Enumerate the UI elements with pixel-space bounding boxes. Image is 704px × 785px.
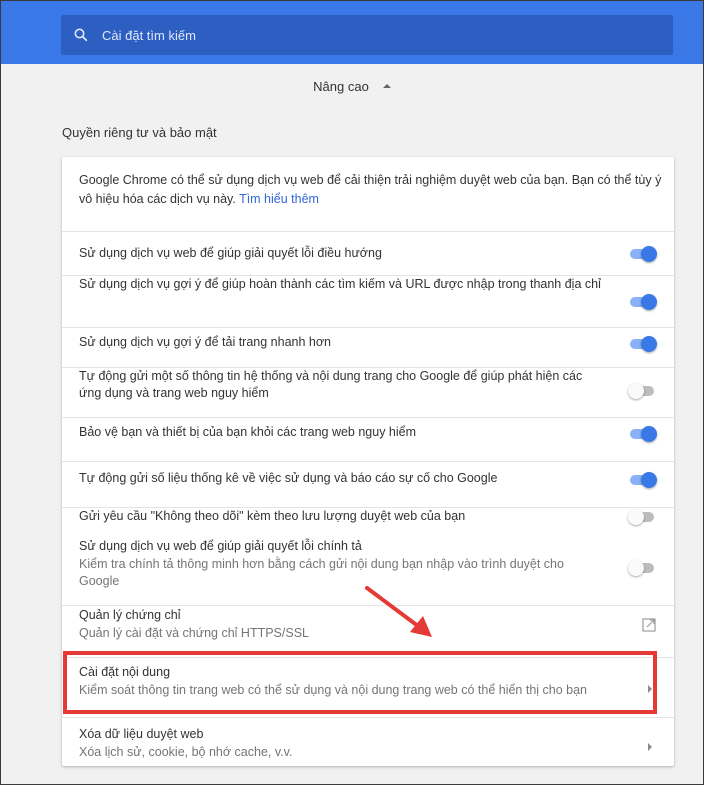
setting-row-usage-stats[interactable]: Tự động gửi số liệu thống kê về việc sử …: [62, 461, 674, 508]
setting-row-page-prefetch[interactable]: Sử dụng dịch vụ gợi ý để tải trang nhanh…: [62, 327, 674, 368]
section-title: Quyền riêng tư và bảo mật: [62, 125, 217, 140]
row-title: Xóa dữ liệu duyệt web: [79, 727, 204, 741]
content-settings-row[interactable]: Cài đặt nội dung Kiểm soát thông tin tra…: [62, 657, 674, 708]
advanced-toggle[interactable]: Nâng cao: [1, 79, 703, 94]
toggle-switch[interactable]: [628, 336, 657, 352]
setting-label: Sử dụng dịch vụ gợi ý để tải trang nhanh…: [79, 335, 332, 349]
toggle-switch[interactable]: [628, 560, 656, 576]
setting-label: Sử dụng dịch vụ web để giúp giải quyết l…: [79, 246, 382, 260]
chevron-right-icon: [648, 743, 652, 751]
setting-label: Bảo vệ bạn và thiết bị của bạn khỏi các …: [79, 425, 417, 439]
setting-row-navigation-errors[interactable]: Sử dụng dịch vụ web để giúp giải quyết l…: [62, 231, 674, 276]
setting-label: Sử dụng dịch vụ web để giúp giải quyết l…: [79, 539, 362, 553]
setting-row-search-suggestions[interactable]: Sử dụng dịch vụ gợi ý để giúp hoàn thành…: [62, 275, 674, 328]
collapse-arrow-icon: [382, 83, 391, 88]
manage-certificates-row[interactable]: Quản lý chứng chỉ Quản lý cài đặt và chứ…: [62, 605, 674, 646]
privacy-intro: Google Chrome có thể sử dụng dịch vụ web…: [79, 171, 664, 209]
advanced-label: Nâng cao: [313, 79, 369, 94]
setting-row-safe-browsing-reports[interactable]: Tự động gửi một số thông tin hệ thống và…: [62, 367, 674, 418]
row-description: Quản lý cài đặt và chứng chỉ HTTPS/SSL: [79, 626, 309, 640]
intro-text: Google Chrome có thể sử dụng dịch vụ web…: [79, 173, 662, 206]
toggle-switch[interactable]: [628, 383, 656, 399]
setting-label: Tự động gửi số liệu thống kê về việc sử …: [79, 471, 498, 485]
setting-description: Kiểm tra chính tả thông minh hơn bằng cá…: [79, 557, 564, 588]
toggle-switch[interactable]: [628, 426, 657, 442]
top-toolbar: Cài đặt tìm kiếm: [1, 1, 703, 64]
setting-row-safe-browsing[interactable]: Bảo vệ bạn và thiết bị của bạn khỏi các …: [62, 417, 674, 462]
privacy-card: Google Chrome có thể sử dụng dịch vụ web…: [62, 157, 674, 766]
clear-browsing-data-row[interactable]: Xóa dữ liệu duyệt web Xóa lịch sử, cooki…: [62, 717, 674, 767]
row-title: Quản lý chứng chỉ: [79, 608, 181, 622]
setting-label: Sử dụng dịch vụ gợi ý để giúp hoàn thành…: [79, 277, 601, 291]
toggle-switch[interactable]: [628, 472, 657, 488]
chevron-right-icon: [648, 685, 652, 693]
toggle-switch[interactable]: [628, 509, 656, 525]
row-title: Cài đặt nội dung: [79, 665, 171, 679]
search-icon: [74, 28, 88, 42]
settings-window: Cài đặt tìm kiếm Nâng cao Quyền riêng tư…: [0, 0, 704, 785]
row-description: Xóa lịch sử, cookie, bộ nhớ cache, v.v.: [79, 745, 293, 759]
toggle-switch[interactable]: [628, 294, 657, 310]
setting-row-do-not-track[interactable]: Gửi yêu cầu "Không theo dõi" kèm theo lư…: [62, 507, 674, 538]
setting-label: Gửi yêu cầu "Không theo dõi" kèm theo lư…: [79, 509, 466, 523]
search-placeholder: Cài đặt tìm kiếm: [102, 27, 196, 43]
toggle-switch[interactable]: [628, 246, 657, 262]
setting-label: Tự động gửi một số thông tin hệ thống và…: [79, 369, 583, 400]
search-settings-input[interactable]: Cài đặt tìm kiếm: [61, 15, 673, 55]
external-link-icon[interactable]: [642, 618, 656, 632]
learn-more-link[interactable]: Tìm hiểu thêm: [239, 192, 319, 206]
setting-row-spelling[interactable]: Sử dụng dịch vụ web để giúp giải quyết l…: [62, 537, 674, 606]
row-description: Kiểm soát thông tin trang web có thể sử …: [79, 683, 588, 697]
